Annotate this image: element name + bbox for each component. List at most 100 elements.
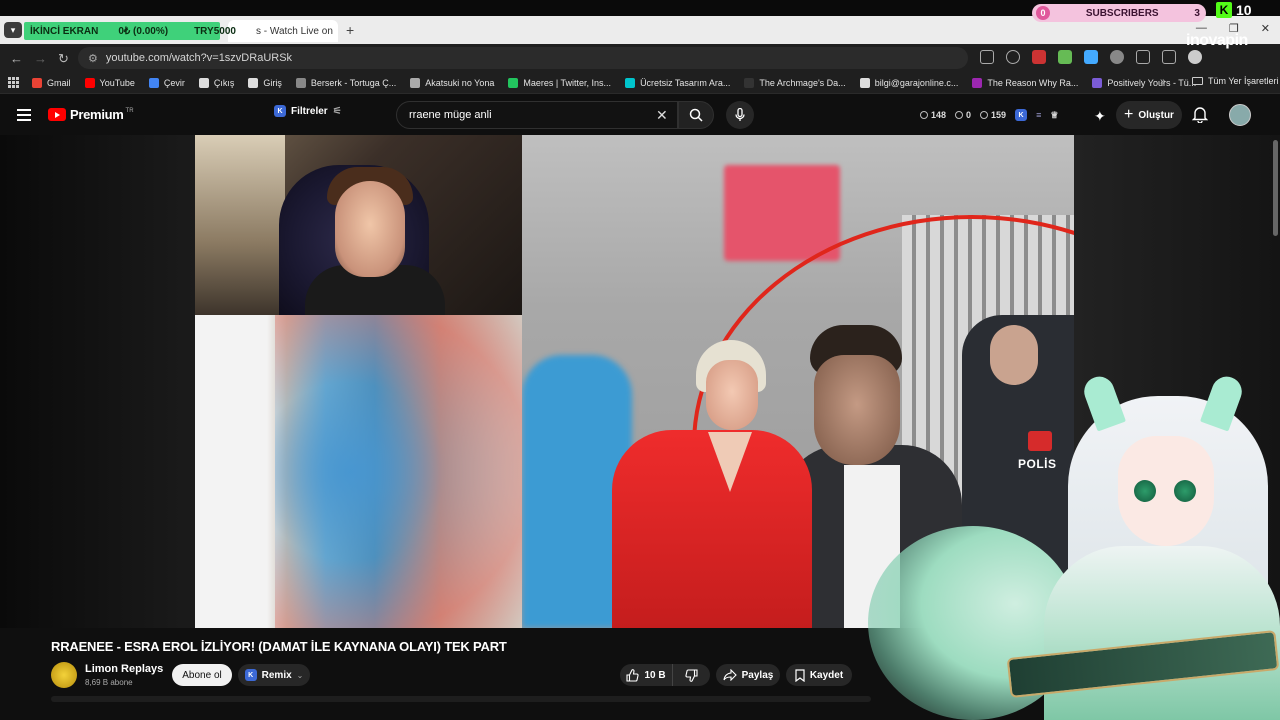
extension-blue-icon[interactable] [1084,50,1098,64]
kick-counter: K 10 [1216,2,1252,18]
red-sign [724,165,840,261]
share-label: Paylaş [741,669,774,681]
sidepanel-icon[interactable] [1162,50,1176,64]
menu-dots-icon[interactable] [1214,50,1228,64]
close-window-button[interactable]: ✕ [1261,22,1270,35]
extension-badge-icon[interactable]: K [1015,109,1028,121]
video-info: RRAENEE - ESRA EROL İZLİYOR! (DAMAT İLE … [0,628,1280,720]
all-bookmarks-folder[interactable]: Tüm Yer İşaretleri [1192,76,1279,86]
bookmark-label: The Archmage's Da... [759,77,846,88]
eye-icon [955,111,964,119]
bookmark-item[interactable]: Maeres | Twitter, Ins... [508,77,611,88]
filters-label: Filtreler [291,105,328,117]
reload-icon[interactable]: ↻ [58,51,69,67]
bookmarks-overflow-icon[interactable]: » [1160,76,1166,87]
bookmark-item[interactable]: Çevir [148,77,185,88]
create-label: Oluştur [1138,109,1174,121]
notifications-bell-icon[interactable] [1192,105,1208,123]
bookmarks-bar: Gmail YouTube Çevir Çıkış Giriş Berserk - Tor… [0,72,1280,94]
remix-label: Remix [261,669,292,681]
page-scrollbar-thumb[interactable] [1273,140,1278,236]
tab-search-icon[interactable]: ▾ [4,22,22,38]
address-bar-row: ← → ↻ ⚙ youtube.com/watch?v=1szvDRaURSk [0,44,1280,72]
cast-icon[interactable] [980,50,994,64]
bookmark-item[interactable]: Ücretsiz Tasarım Ara... [625,77,730,88]
bookmark-favicon-icon [625,77,636,88]
site-info-icon[interactable]: ⚙ [88,52,98,65]
extension-green-icon[interactable] [1058,50,1072,64]
bookmark-item[interactable]: The Archmage's Da... [744,77,846,88]
bookmark-item[interactable]: Akatsuki no Yona [410,77,494,88]
subscribe-button[interactable]: Abone ol [172,664,232,686]
save-button[interactable]: Kaydet [786,664,852,686]
stat-views: 148 [920,110,946,120]
player-letterbox-left [0,135,195,628]
youtube-play-icon [48,108,66,121]
turkish-flag-patch [1028,431,1052,451]
kick-logo-icon: K [1216,2,1232,18]
bookmark-favicon-icon [295,77,306,88]
share-arrow-icon [723,669,737,681]
trophy-icon[interactable]: ♕ [1050,110,1058,121]
bookmark-icon [795,668,805,682]
create-button[interactable]: + Oluştur [1116,101,1182,129]
folder-icon [1192,77,1203,85]
bookmark-label: Çıkış [213,77,235,88]
bookmark-item[interactable]: Positively Yours - Tü... [1092,77,1196,88]
active-tab[interactable]: s - Watch Live on ✕ [228,20,338,42]
bookmark-item[interactable]: Giriş [248,77,282,88]
save-label: Kaydet [809,669,844,681]
voice-search-button[interactable] [726,101,754,129]
extension-badge-icon: K [274,105,286,117]
profile-avatar[interactable] [1188,50,1202,64]
menu-hamburger-icon[interactable] [17,109,31,121]
extension-gray-icon[interactable] [1110,50,1124,64]
bookmark-label: Berserk - Tortuga Ç... [310,77,397,88]
bookmark-item[interactable]: Çıkış [198,77,235,88]
youtube-logo-text: Premium [70,107,124,122]
microphone-icon [735,108,745,121]
video-player[interactable]: POLİS [0,135,1280,628]
channel-avatar[interactable] [51,662,77,688]
subscriber-count-left: 0 [1036,6,1050,20]
thumbs-up-icon [626,668,639,682]
subscriber-counter: 0 SUBSCRIBERS 3 [1032,4,1206,22]
screen: İKİNCİ EKRAN 0₺ (0.00%) TRY5000 0 SUBSCR… [0,0,1280,720]
list-icon[interactable]: ≡ [1036,110,1041,120]
share-button[interactable]: Paylaş [716,664,780,686]
webcam-background-shelf [195,135,285,315]
account-avatar[interactable] [1229,104,1251,126]
back-arrow-icon[interactable]: ← [10,51,23,66]
search-icon [689,108,703,122]
all-bookmarks-label: Tüm Yer İşaretleri [1208,76,1279,86]
like-button[interactable]: 10 B [620,664,672,686]
dislike-button[interactable] [672,664,710,686]
eye-icon [980,111,989,119]
channel-name[interactable]: Limon Replays [85,663,163,675]
url-field[interactable]: ⚙ youtube.com/watch?v=1szvDRaURSk [78,47,968,69]
bookmark-item[interactable]: Berserk - Tortuga Ç... [295,77,397,88]
apps-grid-icon[interactable] [8,76,20,89]
bookmark-item[interactable]: YouTube [84,77,135,88]
search-input[interactable]: rraene müge anli [396,101,678,129]
streamer-face [335,181,405,277]
new-tab-button[interactable]: + [346,22,354,38]
bookmark-item[interactable]: bilgi@garajonline.c... [859,77,958,88]
police-label: POLİS [1018,457,1057,471]
forward-arrow-icon[interactable]: → [34,51,47,66]
eye-off-icon[interactable] [1006,50,1020,64]
clear-search-icon[interactable]: ✕ [656,107,668,124]
youtube-logo[interactable]: Premium TR [48,107,134,122]
extension-red-icon[interactable] [1032,50,1046,64]
bookmark-item[interactable]: Gmail [32,77,71,88]
filters-button[interactable]: K Filtreler ⚟ [274,105,342,117]
extension-puzzle-icon[interactable] [1136,50,1150,64]
player-letterbox-right [1074,135,1280,628]
search-button[interactable] [678,101,714,129]
bookmark-item[interactable]: The Reason Why Ra... [972,77,1078,88]
bookmark-favicon-icon [148,77,159,88]
sparkle-icon[interactable]: ✦ [1094,108,1106,125]
bottom-divider [51,696,871,702]
remix-button[interactable]: K Remix ⌄ [238,664,310,686]
extension-stats: 148 0 159 K ≡ ♕ [920,109,1058,121]
